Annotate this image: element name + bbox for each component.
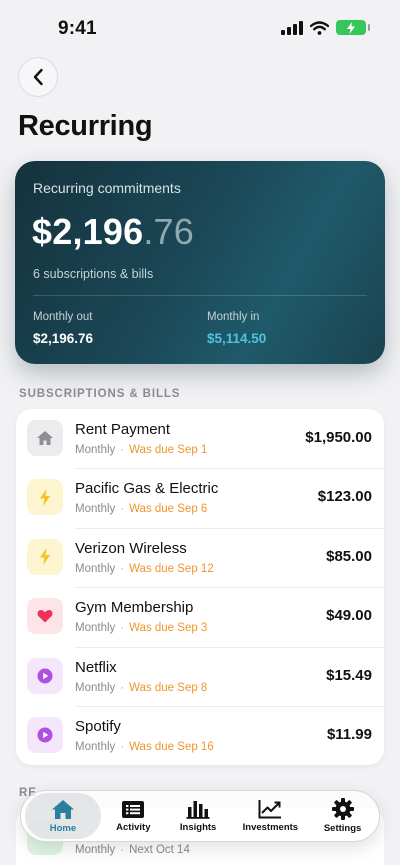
play-icon	[27, 716, 63, 753]
item-meta: Monthly · Was due Sep 1	[75, 444, 207, 456]
tab-bar: Home Activity Insights Investments Setti…	[20, 790, 380, 842]
item-frequency: Monthly	[75, 562, 116, 575]
item-frequency: Monthly	[75, 622, 116, 635]
list-item-gym[interactable]: Gym Membership Monthly · Was due Sep 3 $49…	[16, 587, 384, 646]
item-separator: ·	[120, 681, 125, 694]
bolt-icon	[27, 479, 63, 516]
item-amount: $123.00	[317, 488, 372, 506]
summary-card: Recurring commitments $2,196.76 6 subscr…	[15, 161, 385, 364]
list-item-rent[interactable]: Rent Payment Monthly · Was due Sep 1 $1,95…	[16, 409, 384, 468]
item-name: Verizon Wireless	[75, 539, 187, 557]
screen: 9:41 Recurring Recurring commitments $2,…	[0, 0, 400, 865]
item-amount: $11.99	[326, 725, 372, 743]
status-time: 9:41	[58, 18, 97, 39]
item-amount: $85.00	[326, 547, 372, 565]
monthly-out-value: $2,196.76	[33, 331, 94, 346]
page-title: Recurring	[18, 110, 153, 142]
item-meta: Monthly · Was due Sep 12	[75, 563, 214, 575]
tab-label: Insights	[179, 822, 217, 833]
item-name: Netflix	[75, 658, 117, 676]
item-meta: Monthly · Was due Sep 6	[75, 503, 207, 515]
heart-icon	[27, 598, 63, 635]
item-amount: $15.49	[326, 666, 372, 684]
home-icon	[27, 420, 63, 456]
list-item-spotify[interactable]: Spotify Monthly · Was due Sep 16 $11.99	[16, 705, 384, 765]
list-item-pge[interactable]: Pacific Gas & Electric Monthly · Was due S…	[16, 468, 384, 527]
tab-insights[interactable]: Insights	[166, 793, 231, 839]
monthly-in-value: $5,114.50	[207, 331, 267, 346]
monthly-out: Monthly out $2,196.76	[33, 311, 93, 346]
summary-divider	[33, 295, 367, 296]
tab-settings[interactable]: Settings	[310, 793, 375, 839]
play-icon	[27, 657, 63, 694]
item-due: Was due Sep 3	[129, 622, 208, 635]
item-amount: $1,950.00	[305, 429, 372, 446]
status-bar: 9:41	[0, 0, 400, 58]
item-separator: ·	[120, 503, 125, 516]
tab-label: Home	[49, 822, 77, 834]
summary-amount: $2,196.76	[32, 211, 194, 253]
item-separator: ·	[120, 444, 125, 456]
tab-label: Investments	[242, 822, 299, 833]
item-due: Was due Sep 12	[129, 562, 214, 575]
gear-icon	[331, 798, 354, 820]
income-next: Next Oct 14	[129, 844, 190, 856]
chevron-left-icon	[33, 68, 43, 86]
trend-up-icon	[258, 800, 282, 819]
income-frequency: Monthly	[75, 844, 116, 856]
item-due: Was due Sep 6	[129, 503, 208, 516]
item-meta: Monthly · Was due Sep 16	[75, 741, 214, 753]
list-item-verizon[interactable]: Verizon Wireless Monthly · Was due Sep 12 …	[16, 527, 384, 587]
item-frequency: Monthly	[75, 740, 116, 753]
item-name: Spotify	[75, 717, 121, 735]
item-due: Was due Sep 1	[129, 444, 208, 456]
section-label: SUBSCRIPTIONS & BILLS	[19, 388, 181, 400]
tab-activity[interactable]: Activity	[101, 793, 166, 839]
receipt-icon	[122, 800, 145, 818]
summary-subtitle: 6 subscriptions & bills	[33, 267, 154, 281]
item-frequency: Monthly	[75, 503, 116, 516]
item-separator: ·	[120, 622, 125, 635]
monthly-out-label: Monthly out	[33, 311, 93, 323]
bolt-icon	[27, 538, 63, 575]
tab-home[interactable]: Home	[25, 793, 101, 839]
tab-investments[interactable]: Investments	[231, 793, 311, 839]
summary-amount-cents: .76	[143, 211, 194, 252]
item-amount: $49.00	[326, 607, 372, 625]
back-button[interactable]	[18, 57, 58, 97]
wifi-icon	[310, 20, 329, 35]
item-frequency: Monthly	[75, 444, 116, 456]
subscriptions-list: Rent Payment Monthly · Was due Sep 1 $1,95…	[16, 409, 384, 765]
signal-icon	[281, 20, 303, 35]
item-due: Was due Sep 16	[129, 740, 214, 753]
item-meta: Monthly · Was due Sep 8	[75, 682, 207, 694]
item-separator: ·	[120, 740, 125, 753]
battery-charging-icon	[336, 20, 370, 35]
monthly-in: Monthly in $5,114.50	[207, 311, 266, 346]
item-separator: ·	[120, 562, 125, 575]
item-name: Pacific Gas & Electric	[75, 480, 219, 498]
monthly-in-label: Monthly in	[207, 311, 260, 323]
item-due: Was due Sep 8	[129, 681, 208, 694]
summary-label: Recurring commitments	[33, 180, 181, 196]
tab-label: Settings	[323, 823, 362, 834]
item-name: Gym Membership	[75, 599, 194, 617]
list-item-netflix[interactable]: Netflix Monthly · Was due Sep 8 $15.49	[16, 646, 384, 706]
item-name: Rent Payment	[75, 421, 171, 438]
item-frequency: Monthly	[75, 681, 116, 694]
home-icon	[51, 799, 74, 819]
income-separator: ·	[120, 844, 125, 856]
tab-label: Activity	[116, 821, 151, 833]
income-meta: Monthly · Next Oct 14	[75, 844, 190, 856]
item-meta: Monthly · Was due Sep 3	[75, 622, 207, 634]
bar-chart-icon	[186, 801, 210, 819]
status-icons	[281, 20, 370, 35]
summary-amount-main: $2,196	[32, 211, 144, 252]
